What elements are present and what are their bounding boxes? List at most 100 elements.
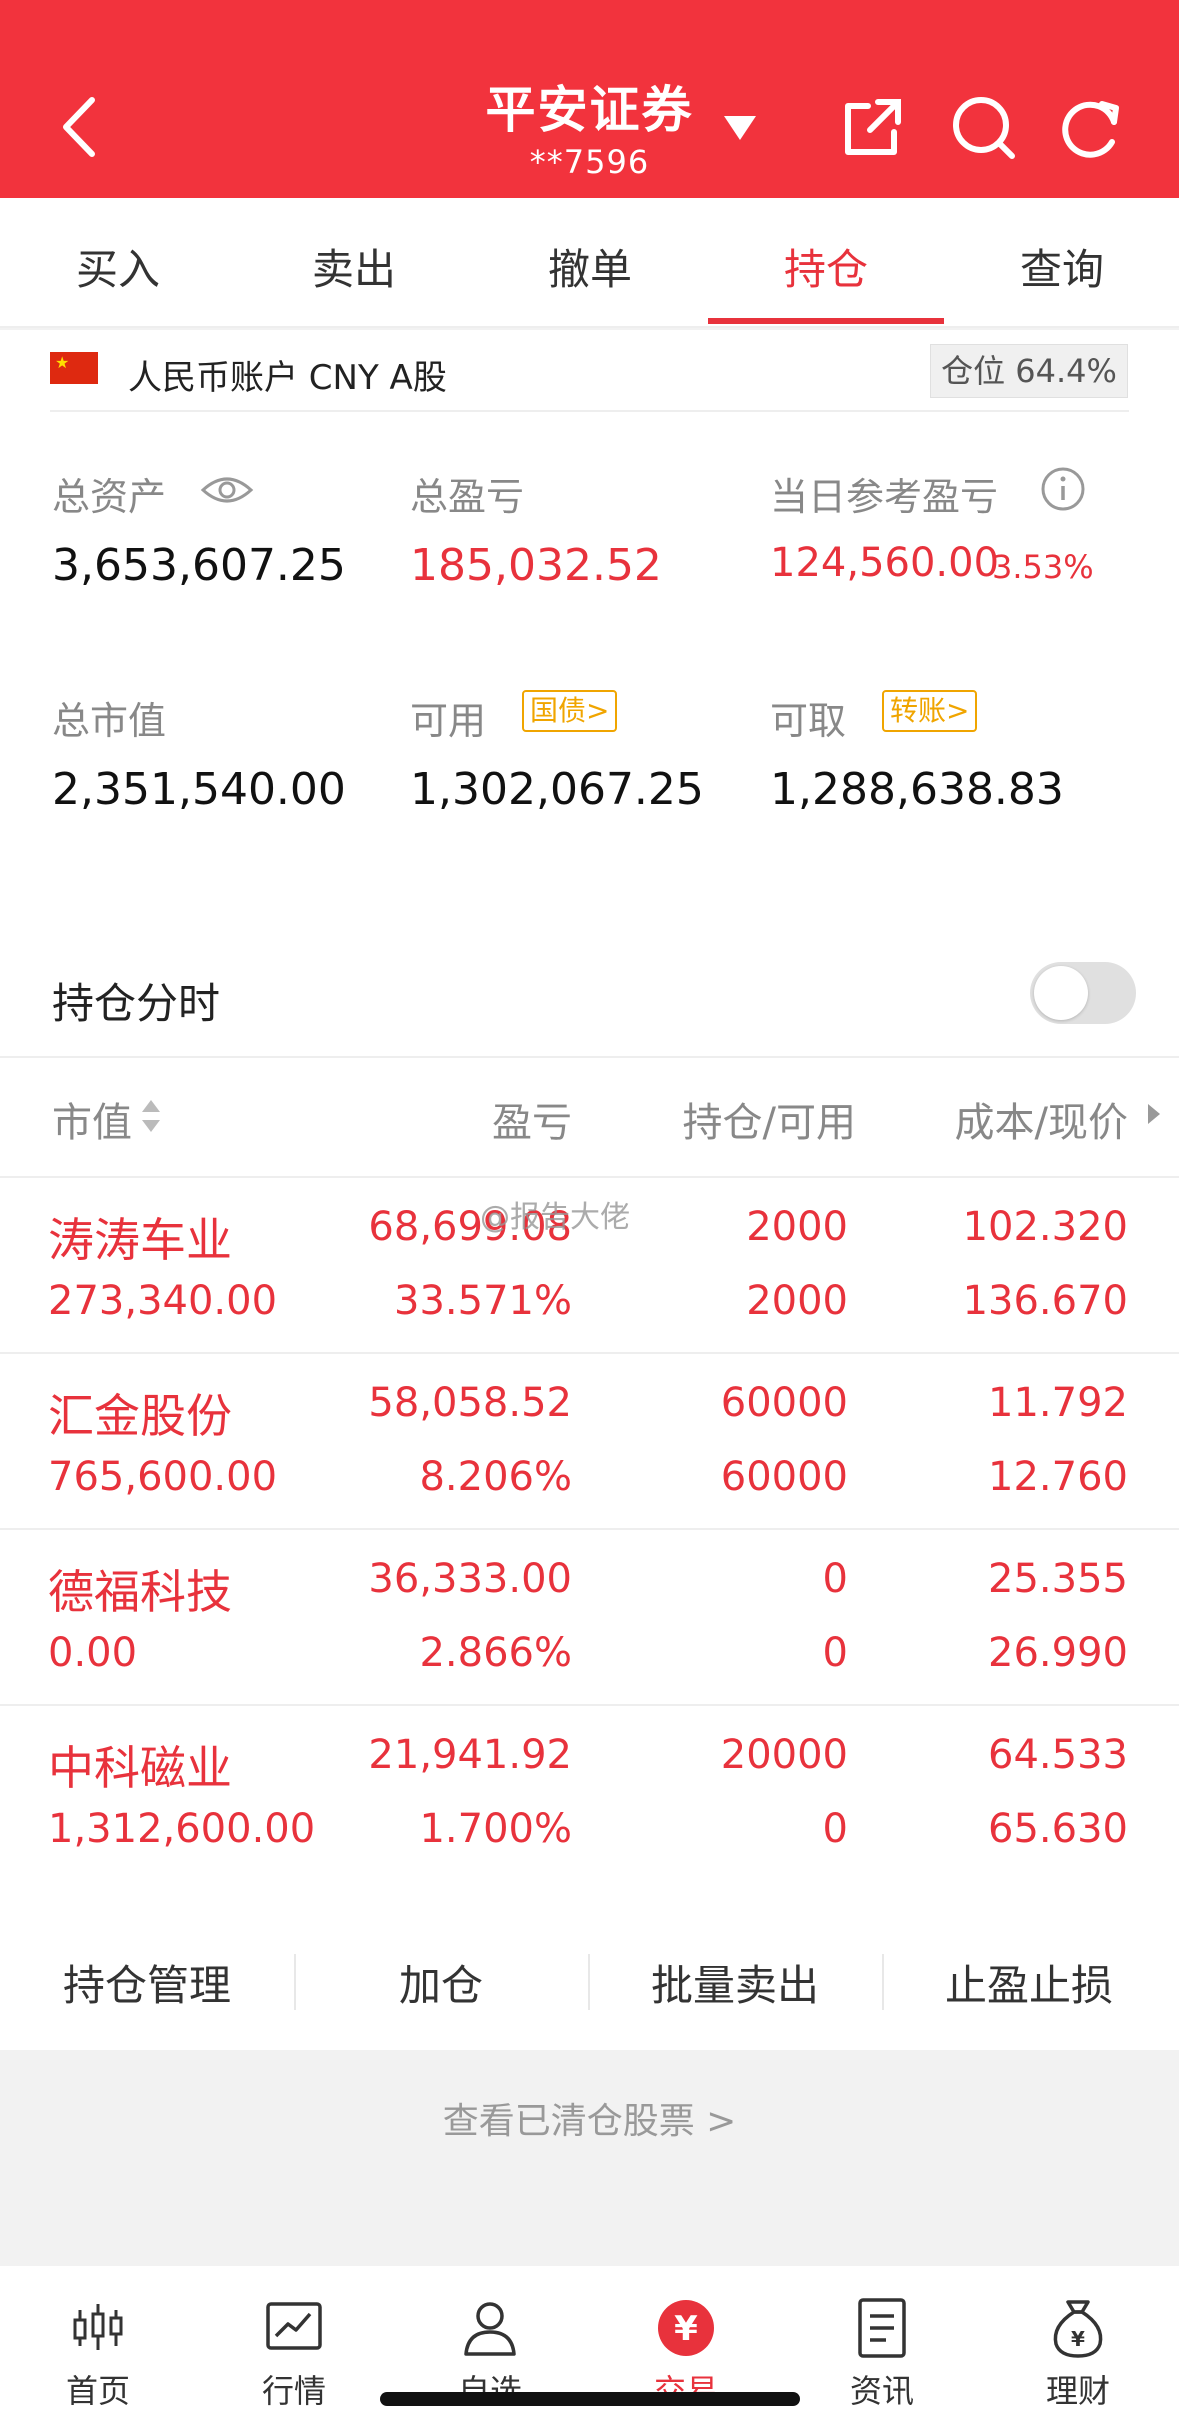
stock-price: 136.670 <box>962 1278 1128 1324</box>
document-icon <box>858 2298 906 2358</box>
position-row[interactable]: 中科磁业 1,312,600.00 21,941.92 1.700% 20000… <box>0 1706 1179 1882</box>
stock-market-value: 273,340.00 <box>48 1278 278 1324</box>
view-cleared-stocks-link[interactable]: 查看已清仓股票 > <box>0 2092 1179 2144</box>
eye-icon[interactable] <box>200 470 254 510</box>
tab-cancel[interactable]: 撤单 <box>472 236 708 297</box>
refresh-icon[interactable] <box>1056 92 1126 162</box>
stock-cost: 64.533 <box>988 1732 1128 1778</box>
available-value: 1,302,067.25 <box>410 764 704 815</box>
batch-sell-button[interactable]: 批量卖出 <box>588 1952 882 2013</box>
trade-tabs: 买入 卖出 撤单 持仓 查询 <box>0 198 1179 328</box>
nav-label: 理财 <box>1045 2372 1110 2410</box>
add-position-button[interactable]: 加仓 <box>294 1952 588 2013</box>
divider <box>50 410 1129 412</box>
total-assets-label: 总资产 <box>52 475 167 519</box>
watermark: @报告大佬 <box>480 1200 630 1235</box>
nav-market[interactable]: 行情 <box>196 2296 392 2412</box>
stock-pnl: 21,941.92 <box>368 1732 572 1778</box>
stock-name: 中科磁业 <box>48 1741 232 1795</box>
position-timeshare-toggle[interactable] <box>1030 962 1136 1024</box>
stock-cost: 25.355 <box>988 1556 1128 1602</box>
home-indicator[interactable] <box>380 2392 800 2406</box>
nav-label: 行情 <box>261 2372 326 2410</box>
stock-price: 65.630 <box>988 1806 1128 1852</box>
treasury-bond-badge[interactable]: 国债> <box>522 690 618 732</box>
dropdown-triangle-icon[interactable] <box>722 112 758 142</box>
stock-hold: 60000 <box>720 1380 848 1426</box>
stock-available: 0 <box>822 1630 848 1676</box>
info-icon[interactable] <box>1040 466 1086 512</box>
position-row[interactable]: 汇金股份 765,600.00 58,058.52 8.206% 60000 6… <box>0 1354 1179 1530</box>
china-flag-icon: ★ <box>50 352 98 384</box>
share-icon[interactable] <box>838 92 908 162</box>
take-profit-stop-loss-button[interactable]: 止盈止损 <box>882 1952 1176 2013</box>
svg-text:¥: ¥ <box>674 2309 698 2349</box>
stock-pnl-percent: 8.206% <box>419 1454 572 1500</box>
withdrawable-value: 1,288,638.83 <box>770 764 1064 815</box>
sort-icon[interactable] <box>140 1098 162 1134</box>
stock-hold: 2000 <box>746 1204 848 1250</box>
tab-query[interactable]: 查询 <box>944 236 1179 297</box>
available-label: 可用 <box>410 699 487 743</box>
account-type[interactable]: 人民币账户 CNY A股 <box>128 350 447 399</box>
position-row[interactable]: 德福科技 0.00 36,333.00 2.866% 0 0 25.355 26… <box>0 1530 1179 1706</box>
candlestick-icon <box>73 2304 123 2350</box>
stock-available: 0 <box>822 1806 848 1852</box>
stock-market-value: 1,312,600.00 <box>48 1806 316 1852</box>
withdrawable-label: 可取 <box>770 699 847 743</box>
scroll-right-icon[interactable] <box>1146 1102 1162 1126</box>
nav-label: 资讯 <box>849 2372 914 2410</box>
stock-pnl: 36,333.00 <box>368 1556 572 1602</box>
daily-pnl-value: 124,560.00 <box>770 540 1000 586</box>
search-icon[interactable] <box>948 92 1018 162</box>
nav-label: 首页 <box>65 2372 130 2410</box>
column-cost-price: 成本/现价 <box>954 1100 1128 1146</box>
stock-name: 汇金股份 <box>48 1389 232 1443</box>
market-value-label: 总市值 <box>52 699 167 743</box>
money-bag-icon: ¥ <box>1053 2300 1103 2358</box>
app-header: 平安证券 **7596 <box>0 0 1179 198</box>
stock-available: 2000 <box>746 1278 848 1324</box>
person-icon <box>464 2302 516 2356</box>
nav-wealth[interactable]: ¥ 理财 <box>980 2296 1176 2412</box>
position-ratio: 仓位 64.4% <box>930 344 1128 398</box>
manage-positions-button[interactable]: 持仓管理 <box>0 1952 294 2013</box>
column-pnl: 盈亏 <box>492 1100 572 1146</box>
chart-icon <box>266 2302 322 2350</box>
stock-available: 60000 <box>720 1454 848 1500</box>
positions-panel: 持仓分时 市值 盈亏 持仓/可用 成本/现价 涛涛车业 273,340.00 6… <box>0 930 1179 2042</box>
stock-cost: 11.792 <box>988 1380 1128 1426</box>
total-pnl-value: 185,032.52 <box>410 540 662 591</box>
stock-name: 德福科技 <box>48 1565 232 1619</box>
divider <box>0 1056 1179 1058</box>
daily-pnl-label: 当日参考盈亏 <box>770 475 999 519</box>
tab-positions[interactable]: 持仓 <box>708 236 944 297</box>
active-tab-indicator <box>708 318 944 324</box>
stock-pnl-percent: 33.571% <box>394 1278 572 1324</box>
stock-name: 涛涛车业 <box>48 1213 232 1267</box>
nav-news[interactable]: 资讯 <box>784 2296 980 2412</box>
stock-price: 12.760 <box>988 1454 1128 1500</box>
total-pnl-label: 总盈亏 <box>410 475 525 519</box>
column-market-value[interactable]: 市值 <box>52 1090 132 1148</box>
stock-price: 26.990 <box>988 1630 1128 1676</box>
stock-hold: 20000 <box>720 1732 848 1778</box>
stock-pnl-percent: 2.866% <box>419 1630 572 1676</box>
tab-sell[interactable]: 卖出 <box>236 236 472 297</box>
daily-pnl-percent: 3.53% <box>992 548 1094 586</box>
stock-hold: 0 <box>822 1556 848 1602</box>
market-value: 2,351,540.00 <box>52 764 346 815</box>
toggle-knob <box>1034 966 1088 1020</box>
transfer-badge[interactable]: 转账> <box>882 690 978 732</box>
tab-buy[interactable]: 买入 <box>0 236 236 297</box>
stock-pnl-percent: 1.700% <box>419 1806 572 1852</box>
stock-cost: 102.320 <box>962 1204 1128 1250</box>
stock-market-value: 765,600.00 <box>48 1454 278 1500</box>
position-timeshare-label: 持仓分时 <box>52 979 221 1028</box>
position-actions: 持仓管理 加仓 批量卖出 止盈止损 <box>0 1910 1179 2050</box>
yuan-icon: ¥ <box>658 2300 714 2356</box>
stock-pnl: 58,058.52 <box>368 1380 572 1426</box>
stock-market-value: 0.00 <box>48 1630 138 1676</box>
column-hold-available: 持仓/可用 <box>682 1100 856 1146</box>
nav-home[interactable]: 首页 <box>0 2296 196 2412</box>
